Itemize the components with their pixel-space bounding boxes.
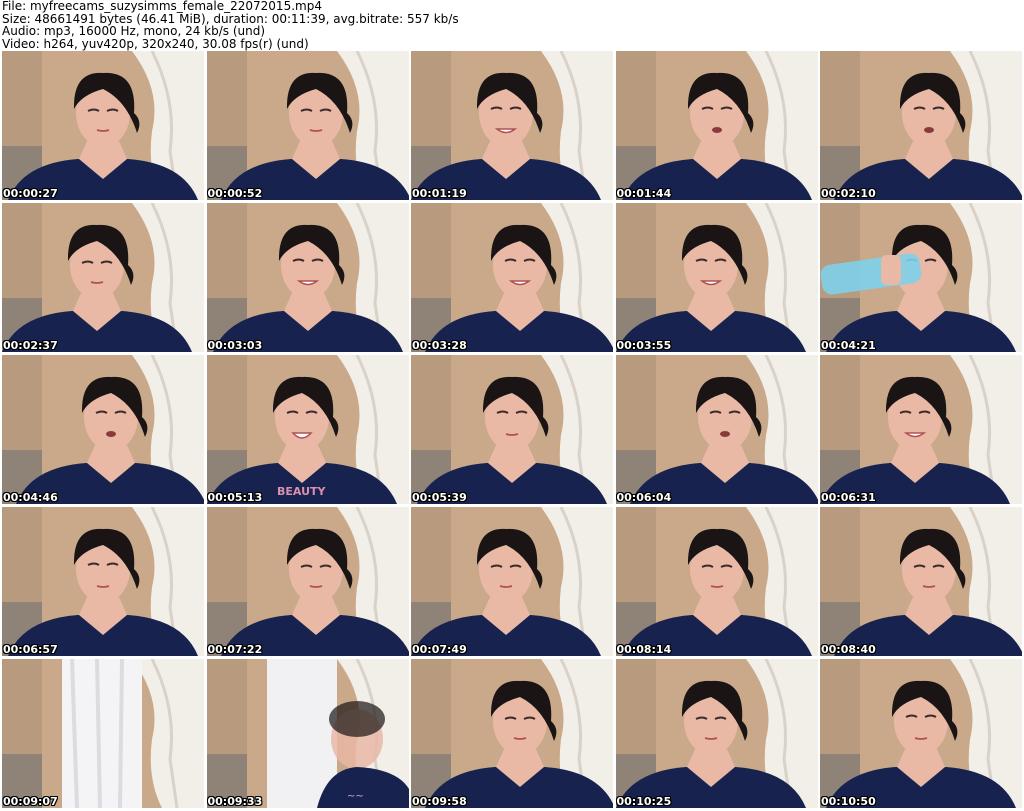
video-thumbnail: 00:07:22 [206,507,409,656]
thumbnail-timestamp: 00:02:37 [3,339,58,352]
video-thumbnail: 00:04:21 [820,203,1022,352]
thumbnail-image: ~~ [206,659,409,808]
thumbnail-timestamp: 00:09:07 [3,795,58,808]
thumbnail-image: BEAUTY [206,355,409,504]
thumbnail-timestamp: 00:10:50 [821,795,876,808]
thumbnail-timestamp: 00:08:40 [821,643,876,656]
video-thumbnail: 00:09:07 [2,659,204,808]
thumbnail-timestamp: 00:09:58 [412,795,467,808]
thumbnail-timestamp: 00:03:28 [412,339,467,352]
video-thumbnail: 00:05:39 [411,355,613,504]
thumbnail-timestamp: 00:06:57 [3,643,58,656]
video-thumbnail: 00:04:46 [2,355,204,504]
thumbnail-timestamp: 00:08:14 [616,643,672,656]
thumbnail-image [820,507,1022,656]
thumbnail-timestamp: 00:07:49 [412,643,467,656]
video-thumbnail: 00:02:37 [2,203,204,352]
thumbnail-image [2,51,204,200]
thumbnail-timestamp: 00:04:21 [821,339,876,352]
thumbnail-timestamp: 00:03:03 [207,339,263,352]
video-thumbnail: 00:08:40 [820,507,1022,656]
video-thumbnail: 00:03:55 [615,203,818,352]
thumbnail-grid: 00:00:27 00:00:52 00:01:19 00:01:44 00:02:10… [2,51,1022,810]
thumbnail-timestamp: 00:02:10 [821,187,876,200]
video-thumbnail: 00:08:14 [615,507,818,656]
thumbnail-timestamp: 00:06:04 [616,491,672,504]
file-name-line: File: myfreecams_suzysimms_female_220720… [2,0,322,13]
video-thumbnail: 00:00:27 [2,51,204,200]
video-thumbnail: BEAUTY 00:05:13 [206,355,409,504]
thumbnail-image [2,203,204,352]
thumbnail-timestamp: 00:05:13 [207,491,263,504]
video-thumbnail: 00:01:44 [615,51,818,200]
video-thumbnail: 00:02:10 [820,51,1022,200]
video-thumbnail: 00:00:52 [206,51,409,200]
svg-text:~~: ~~ [347,791,364,802]
thumbnail-image [411,659,613,808]
video-thumbnail: 00:10:50 [820,659,1022,808]
thumbnail-image [615,355,818,504]
thumbnail-image [411,203,613,352]
video-thumbnail: 00:03:03 [206,203,409,352]
video-thumbnail: 00:09:58 [411,659,613,808]
thumbnail-image [2,507,204,656]
thumbnail-timestamp: 00:10:25 [616,795,672,808]
thumbnail-timestamp: 00:09:33 [207,795,263,808]
thumbnail-image [615,51,818,200]
video-thumbnail: 00:06:04 [615,355,818,504]
video-thumbnail: 00:01:19 [411,51,613,200]
thumbnail-timestamp: 00:01:19 [412,187,467,200]
thumbnail-timestamp: 00:05:39 [412,491,467,504]
thumbnail-image [615,507,818,656]
thumbnail-timestamp: 00:07:22 [207,643,263,656]
video-thumbnail: 00:06:31 [820,355,1022,504]
video-thumbnail: 00:07:49 [411,507,613,656]
video-info-line: Video: h264, yuv420p, 320x240, 30.08 fps… [2,36,309,51]
thumbnail-image [206,507,409,656]
thumbnail-image [820,203,1022,352]
thumbnail-image [615,659,818,808]
thumbnail-image [206,203,409,352]
video-thumbnail: 00:06:57 [2,507,204,656]
thumbnail-image [2,355,204,504]
video-thumbnail: ~~ 00:09:33 [206,659,409,808]
file-info-header: File: myfreecams_suzysimms_female_220720… [2,0,1022,50]
thumbnail-image [411,355,613,504]
thumbnail-image [820,51,1022,200]
thumbnail-timestamp: 00:00:27 [3,187,58,200]
thumbnail-image [206,51,409,200]
thumbnail-image [411,51,613,200]
thumbnail-timestamp: 00:00:52 [207,187,263,200]
thumbnail-timestamp: 00:01:44 [616,187,672,200]
thumbnail-image [820,659,1022,808]
thumbnail-timestamp: 00:04:46 [3,491,58,504]
thumbnail-image [2,659,204,808]
audio-info-line: Audio: mp3, 16000 Hz, mono, 24 kb/s (und… [2,24,266,38]
thumbnail-image [411,507,613,656]
svg-text:BEAUTY: BEAUTY [277,485,327,498]
thumbnail-timestamp: 00:06:31 [821,491,876,504]
thumbnail-image [820,355,1022,504]
thumbnail-timestamp: 00:03:55 [616,339,672,352]
video-thumbnail: 00:03:28 [411,203,613,352]
video-thumbnail: 00:10:25 [615,659,818,808]
thumbnail-image [615,203,818,352]
